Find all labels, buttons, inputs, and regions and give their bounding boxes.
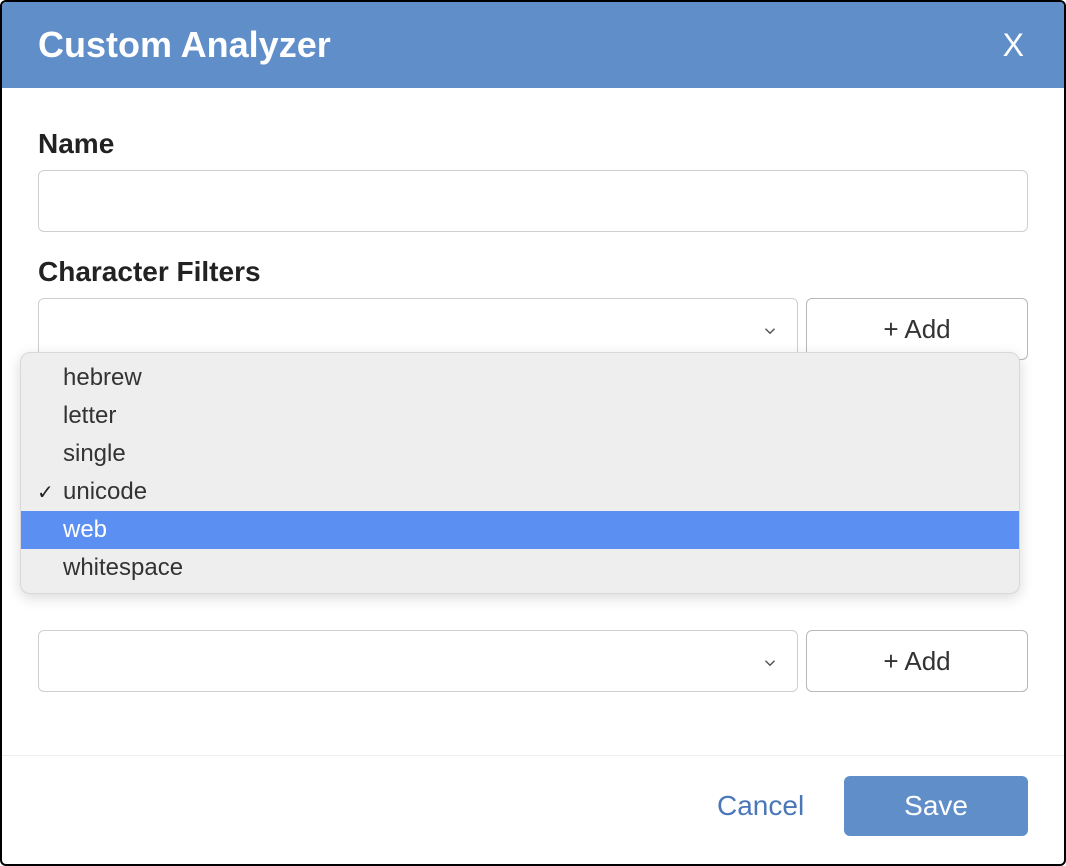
chevron-down-icon [761, 652, 779, 670]
lower-select-display[interactable] [38, 630, 798, 692]
option-label: web [63, 516, 107, 544]
close-icon[interactable]: X [999, 27, 1028, 64]
dropdown-option-unicode[interactable]: ✓ unicode [21, 473, 1019, 511]
dropdown-option-web[interactable]: web [21, 511, 1019, 549]
tokenizer-dropdown-popup[interactable]: hebrew letter single ✓ unicode web white… [20, 352, 1020, 594]
name-label: Name [38, 128, 1028, 160]
option-label: letter [63, 402, 116, 430]
custom-analyzer-dialog: Custom Analyzer X Name Character Filters… [0, 0, 1066, 866]
option-label: unicode [63, 478, 147, 506]
lower-row: + Add [38, 630, 1028, 692]
option-label: whitespace [63, 554, 183, 582]
dialog-header: Custom Analyzer X [2, 2, 1064, 88]
lower-select[interactable] [38, 630, 798, 692]
character-filters-select-display[interactable] [38, 298, 798, 360]
character-filters-row: + Add [38, 298, 1028, 360]
dialog-body: Name Character Filters + Add hebrew lett… [2, 88, 1064, 755]
option-label: single [63, 440, 126, 468]
dropdown-option-single[interactable]: single [21, 435, 1019, 473]
dropdown-option-letter[interactable]: letter [21, 397, 1019, 435]
name-input[interactable] [38, 170, 1028, 232]
save-button[interactable]: Save [844, 776, 1028, 836]
lower-add-button[interactable]: + Add [806, 630, 1028, 692]
chevron-down-icon [761, 320, 779, 338]
char-filters-add-button[interactable]: + Add [806, 298, 1028, 360]
dialog-title: Custom Analyzer [38, 24, 331, 66]
check-icon: ✓ [37, 480, 63, 505]
dialog-footer: Cancel Save [2, 755, 1064, 864]
dropdown-option-hebrew[interactable]: hebrew [21, 359, 1019, 397]
character-filters-select[interactable] [38, 298, 798, 360]
dropdown-option-whitespace[interactable]: whitespace [21, 549, 1019, 587]
option-label: hebrew [63, 364, 142, 392]
character-filters-label: Character Filters [38, 256, 1028, 288]
cancel-button[interactable]: Cancel [717, 790, 804, 822]
